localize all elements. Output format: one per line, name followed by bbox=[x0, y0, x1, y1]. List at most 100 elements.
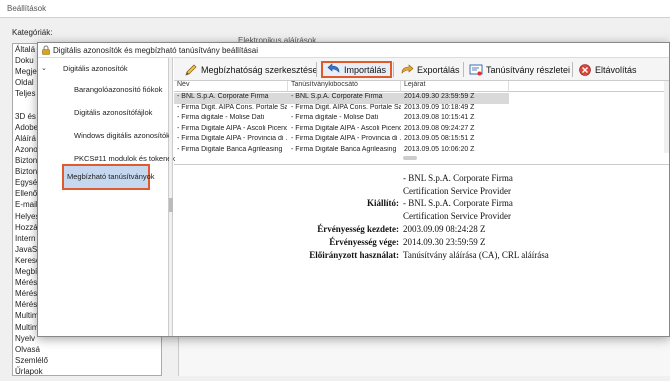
categories-label: Kategóriák: bbox=[12, 28, 53, 37]
category-list-item[interactable]: Bizton bbox=[15, 167, 37, 176]
category-list-item[interactable]: Multim bbox=[15, 311, 39, 320]
valid-to-value: 2014.09.30 23:59:59 Z bbox=[403, 237, 486, 247]
column-header-expiration[interactable]: Lejárat bbox=[401, 81, 509, 92]
nav-item-digital-ids[interactable]: Digitális azonosítók bbox=[63, 64, 128, 73]
nav-item-digital-id-files[interactable]: Digitális azonosítófájlok bbox=[74, 108, 152, 117]
category-list-item[interactable]: Oldal bbox=[15, 78, 34, 87]
certificate-details-label: Tanúsítvány részletei bbox=[486, 64, 571, 75]
table-cell-issuer: - Firma Digitale AIPA - Provincia di ... bbox=[291, 135, 401, 142]
export-arrow-icon bbox=[401, 63, 414, 74]
toolbar-separator bbox=[316, 62, 317, 77]
dialog-title: Digitális azonosítók és megbízható tanús… bbox=[53, 46, 259, 55]
chevron-down-icon[interactable]: ⌄ bbox=[41, 64, 47, 72]
certificate-details-button[interactable]: Tanúsítvány részletei bbox=[465, 61, 574, 78]
nav-item-roaming-id-accounts[interactable]: Barangolóazonosító fiókok bbox=[74, 85, 162, 94]
category-list-item[interactable]: Aláírá bbox=[15, 134, 36, 143]
table-cell-name: - BNL S.p.A. Corporate Firma bbox=[177, 93, 269, 100]
intended-use-value: Tanúsítvány aláírása (CA), CRL aláírása bbox=[403, 250, 549, 260]
edit-trust-label: Megbízhatóság szerkesztése bbox=[201, 64, 318, 75]
table-cell-expiration: 2013.09.08 09:24:27 Z bbox=[404, 124, 475, 132]
table-cell-expiration: 2013.09.05 08:15:51 Z bbox=[404, 135, 475, 142]
nav-item-windows-digital-ids[interactable]: Windows digitális azonosítók bbox=[74, 131, 170, 140]
digital-id-dialog: Digitális azonosítók és megbízható tanús… bbox=[37, 42, 670, 337]
details-splitter-grip[interactable] bbox=[403, 156, 417, 160]
table-row[interactable]: - Firma digitale - Molise Dati - Firma di… bbox=[174, 114, 509, 125]
issuer-name: - BNL S.p.A. Corporate Firma bbox=[403, 198, 513, 208]
category-list-item[interactable]: Azono bbox=[15, 145, 38, 154]
category-list-item[interactable]: Ellenő bbox=[15, 189, 37, 198]
table-cell-issuer: - Firma Digit. AIPA Cons. Portale Sa... bbox=[291, 103, 401, 111]
toolbar-separator bbox=[463, 62, 464, 77]
category-list-item[interactable]: Intern bbox=[15, 234, 35, 243]
category-list-item[interactable]: Multim bbox=[15, 323, 39, 332]
table-row[interactable]: - Firma Digitale Banca Agrileasing - Firm… bbox=[174, 146, 509, 154]
table-cell-expiration: 2013.09.09 10:18:49 Z bbox=[404, 103, 475, 111]
category-list-item[interactable]: Olvasá bbox=[15, 345, 40, 354]
table-scrollbar[interactable] bbox=[664, 81, 669, 153]
import-button[interactable]: Importálás bbox=[321, 61, 393, 78]
import-arrow-icon bbox=[327, 62, 340, 73]
valid-from-label: Érvényesség kezdete: bbox=[317, 224, 399, 234]
nav-item-label: Megbízható tanúsítványok bbox=[67, 172, 155, 181]
preferences-title: Beállítások bbox=[7, 4, 47, 13]
valid-from-value: 2003.09.09 08:24:28 Z bbox=[403, 224, 486, 234]
remove-icon bbox=[579, 63, 591, 76]
table-row[interactable]: - Firma Digit. AIPA Cons. Portale Sa... -… bbox=[174, 104, 509, 115]
toolbar-separator bbox=[572, 62, 573, 77]
table-cell-issuer: - Firma Digitale Banca Agrileasing bbox=[291, 145, 397, 153]
column-header-name[interactable]: Név bbox=[174, 81, 288, 92]
remove-button[interactable]: Eltávolítás bbox=[574, 61, 641, 78]
category-list-item[interactable]: Hozzá bbox=[15, 223, 38, 232]
column-header-filler bbox=[509, 81, 664, 92]
category-list-item[interactable]: Nyelv bbox=[15, 334, 35, 343]
category-list-item[interactable]: E-mail bbox=[15, 200, 38, 209]
table-cell-name: - Firma Digitale AIPA - Provincia di ... bbox=[177, 135, 287, 142]
category-list-item[interactable]: Szemlélő bbox=[15, 356, 48, 365]
edit-trust-button[interactable]: Megbízhatóság szerkesztése bbox=[180, 61, 322, 78]
certificate-icon bbox=[469, 64, 483, 75]
remove-label: Eltávolítás bbox=[595, 64, 637, 75]
category-list-item[interactable]: Mérés bbox=[15, 278, 37, 287]
table-cell-name: - Firma Digit. AIPA Cons. Portale Sa... bbox=[177, 103, 287, 111]
category-list-item[interactable]: Megje bbox=[15, 67, 37, 76]
intended-use-label: Előirányzott használat: bbox=[309, 250, 399, 260]
category-list-item[interactable]: Bizton bbox=[15, 156, 37, 165]
nav-item-trusted-certificates[interactable]: Megbízható tanúsítványok bbox=[62, 164, 155, 190]
subject-org: Certification Service Provider bbox=[403, 186, 511, 196]
table-cell-name: - Firma Digitale Banca Agrileasing bbox=[177, 145, 283, 153]
table-cell-expiration: 2014.09.30 23:59:59 Z bbox=[404, 93, 475, 100]
table-row[interactable]: - BNL S.p.A. Corporate Firma - BNL S.p.A.… bbox=[174, 93, 509, 104]
dialog-nav-tree: ⌄ Digitális azonosítók Barangolóazonosít… bbox=[39, 58, 175, 336]
toolbar-separator bbox=[393, 62, 394, 77]
table-row[interactable]: - Firma Digitale AIPA - Ascoli Piceno - F… bbox=[174, 125, 509, 136]
category-list-item[interactable]: Mérés bbox=[15, 289, 37, 298]
preferences-titlebar: Beállítások bbox=[0, 0, 670, 18]
table-cell-name: - Firma Digitale AIPA - Ascoli Piceno bbox=[177, 124, 287, 132]
table-cell-expiration: 2013.09.08 10:15:41 Z bbox=[404, 114, 475, 121]
table-cell-expiration: 2013.09.05 10:06:20 Z bbox=[404, 145, 475, 153]
certificate-toolbar: Megbízhatóság szerkesztése Importálás Ex… bbox=[174, 58, 669, 81]
column-header-issuer[interactable]: Tanúsítványkibocsátó bbox=[288, 81, 401, 92]
category-list-item[interactable]: Teljes bbox=[15, 89, 35, 98]
export-button[interactable]: Exportálás bbox=[396, 61, 464, 78]
category-list-item[interactable]: Általá bbox=[15, 45, 35, 54]
certificate-details-pane: - BNL S.p.A. Corporate Firma Certificati… bbox=[174, 164, 669, 336]
table-cell-issuer: - Firma digitale - Molise Dati bbox=[291, 114, 379, 121]
category-list-item[interactable]: Helyes bbox=[15, 212, 39, 221]
category-list-item[interactable]: Mérés bbox=[15, 300, 37, 309]
valid-to-label: Érvényesség vége: bbox=[329, 237, 399, 247]
splitter-grip[interactable] bbox=[169, 198, 173, 212]
table-row[interactable]: - Firma Digitale AIPA - Provincia di ...… bbox=[174, 135, 509, 146]
pencil-icon bbox=[185, 64, 197, 76]
table-cell-name: - Firma digitale - Molise Dati bbox=[177, 114, 265, 121]
category-list-item[interactable]: Doku bbox=[15, 56, 34, 65]
category-list-item[interactable]: Megbí bbox=[15, 267, 37, 276]
certificate-table: Név Tanúsítványkibocsátó Lejárat - BNL S… bbox=[174, 81, 669, 153]
nav-item-pkcs11-modules[interactable]: PKCS#11 modulok és tokenek bbox=[74, 154, 175, 163]
table-cell-issuer: - BNL S.p.A. Corporate Firma bbox=[291, 93, 383, 100]
category-list-item[interactable]: 3D és bbox=[15, 112, 36, 121]
pane-splitter[interactable] bbox=[169, 58, 173, 336]
subject-name: - BNL S.p.A. Corporate Firma bbox=[403, 173, 513, 183]
category-list-item[interactable]: Űrlapok bbox=[15, 367, 43, 375]
category-list-item[interactable]: Adobe bbox=[15, 123, 38, 132]
